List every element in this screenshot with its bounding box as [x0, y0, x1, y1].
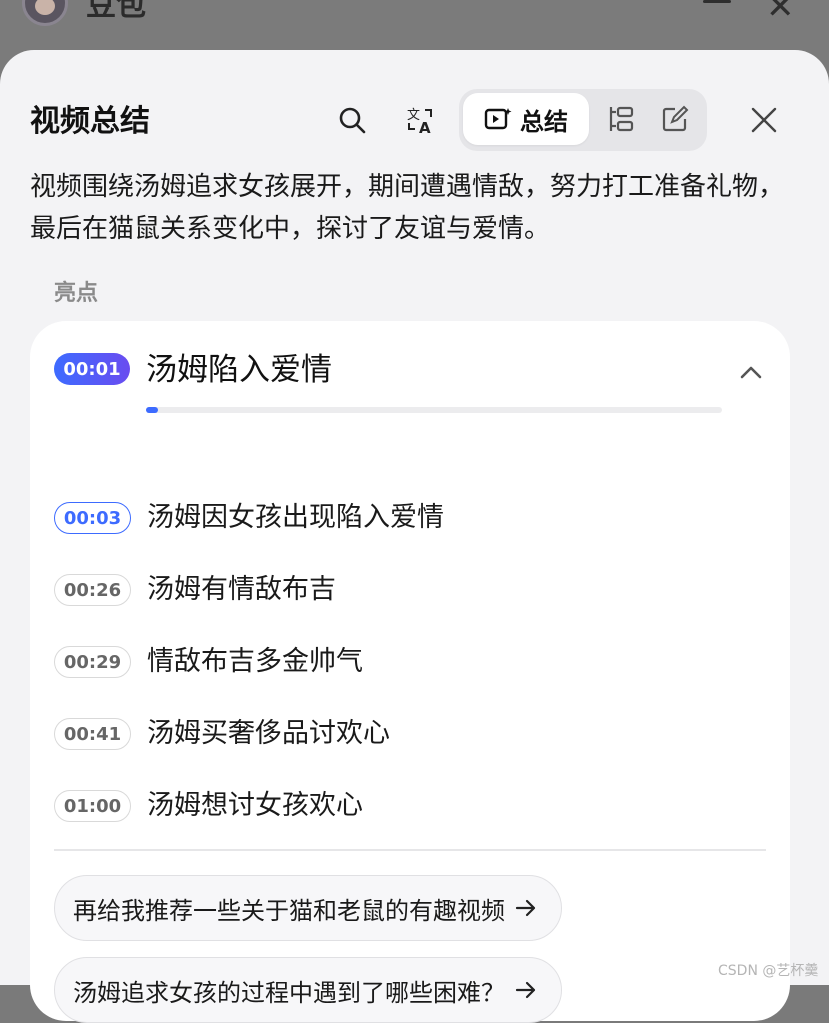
item-text: 汤姆有情敌布吉 — [147, 574, 336, 605]
chapter-progress[interactable] — [146, 407, 722, 413]
suggestion-text: 再给我推荐一些关于猫和老鼠的有趣视频 — [73, 896, 505, 925]
arrow-right-icon — [515, 899, 536, 917]
video-summary-icon — [484, 108, 512, 130]
menu-icon[interactable] — [703, 0, 733, 14]
search-icon[interactable] — [332, 100, 372, 140]
arrow-right-icon — [515, 981, 536, 999]
chapter-title[interactable]: 汤姆陷入爱情 — [146, 349, 332, 391]
avatar[interactable] — [22, 0, 68, 26]
suggestion-text: 汤姆追求女孩的过程中遇到了哪些困难？ — [73, 978, 505, 1007]
list-item[interactable]: 00:29 情敌布吉多金帅气 — [54, 642, 734, 682]
watermark: CSDN @艺杯羹 — [718, 963, 819, 979]
tab-summary-label: 总结 — [520, 107, 568, 136]
list-item[interactable]: 00:26 汤姆有情敌布吉 — [54, 570, 734, 610]
list-item[interactable]: 00:41 汤姆买奢侈品讨欢心 — [54, 714, 734, 754]
translate-icon[interactable]: 文 A — [400, 100, 440, 140]
suggestion-button[interactable]: 再给我推荐一些关于猫和老鼠的有趣视频 — [54, 875, 562, 941]
panel-title: 视频总结 — [30, 104, 150, 139]
item-timestamp[interactable]: 00:03 — [54, 502, 131, 534]
svg-text:A: A — [419, 119, 431, 136]
item-timestamp[interactable]: 01:00 — [54, 790, 131, 822]
chevron-up-icon[interactable] — [736, 357, 766, 387]
app-title: 豆包 — [86, 0, 146, 23]
divider — [54, 849, 766, 851]
list-item[interactable]: 01:00 汤姆想讨女孩欢心 — [54, 786, 734, 826]
edit-note-icon[interactable] — [657, 101, 693, 137]
chapter-progress-fill — [146, 407, 158, 413]
video-summary-panel: 视频总结 文 A 总结 视频围绕汤姆追求女孩展开，期间遭遇情敌，努力打工准备礼物… — [0, 50, 829, 1023]
item-text: 情敌布吉多金帅气 — [147, 646, 363, 677]
item-text: 汤姆想讨女孩欢心 — [147, 790, 363, 821]
view-tabs: 总结 — [459, 89, 707, 151]
item-timestamp[interactable]: 00:26 — [54, 574, 131, 606]
item-timestamp[interactable]: 00:41 — [54, 718, 131, 750]
suggestion-button[interactable]: 汤姆追求女孩的过程中遇到了哪些困难？ — [54, 957, 562, 1023]
item-text: 汤姆因女孩出现陷入爱情 — [147, 502, 444, 533]
item-timestamp[interactable]: 00:29 — [54, 646, 131, 678]
outline-icon[interactable] — [603, 101, 639, 137]
close-icon[interactable]: ✕ — [766, 0, 795, 24]
highlights-card: 00:01 汤姆陷入爱情 00:03 汤姆因女孩出现陷入爱情 00:26 汤姆有… — [30, 321, 790, 1023]
close-icon — [751, 107, 777, 133]
summary-text: 视频围绕汤姆追求女孩展开，期间遭遇情敌，努力打工准备礼物，最后在猫鼠关系变化中，… — [30, 172, 785, 244]
highlights-label: 亮点 — [54, 281, 99, 306]
tab-summary[interactable]: 总结 — [463, 93, 589, 145]
close-panel-button[interactable] — [744, 100, 784, 140]
chapter-timestamp[interactable]: 00:01 — [54, 353, 130, 385]
item-text: 汤姆买奢侈品讨欢心 — [147, 718, 390, 749]
list-item[interactable]: 00:03 汤姆因女孩出现陷入爱情 — [54, 498, 734, 538]
